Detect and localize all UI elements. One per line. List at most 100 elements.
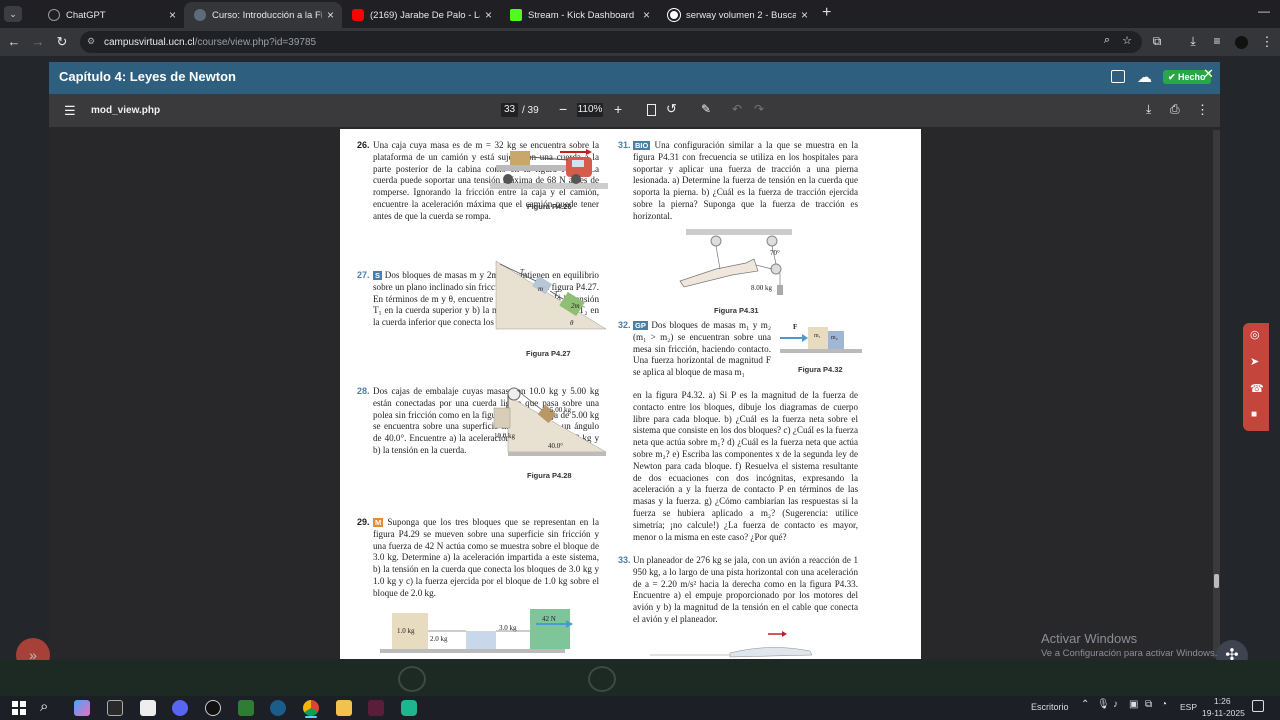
file-icon[interactable]	[140, 700, 156, 716]
send-icon[interactable]: ➤	[1250, 355, 1259, 368]
reload-icon[interactable]: ↻	[53, 34, 71, 50]
start-icon[interactable]	[12, 701, 26, 715]
problem-32-text-b: en la figura P4.32. a) Si P es la magnit…	[633, 390, 858, 553]
github-icon[interactable]	[205, 700, 221, 716]
site-info-icon[interactable]: ⚙	[87, 36, 95, 47]
fig-label: 3.0 kg	[499, 624, 517, 632]
language-indicator[interactable]: ESP	[1180, 702, 1197, 712]
rotate-icon[interactable]: ↺	[666, 101, 677, 117]
fig-label: m	[538, 285, 544, 293]
wifi-icon[interactable]: ◔	[1161, 699, 1167, 710]
app-icon[interactable]	[368, 700, 384, 716]
chat-icon[interactable]: ◎	[1250, 328, 1260, 341]
cloud-download-icon[interactable]: ☁	[1137, 68, 1152, 86]
zoom-out-button[interactable]: −	[559, 101, 567, 117]
problem-number: 29.	[357, 517, 370, 527]
extensions-icon[interactable]: ⧉	[1148, 34, 1166, 49]
problem-29: 29.	[357, 517, 370, 529]
minimize-icon[interactable]: —	[1258, 4, 1270, 18]
epic-games-icon[interactable]	[107, 700, 123, 716]
address-bar[interactable]: ⚙ campusvirtual.ucn.cl/course/view.php?i…	[80, 31, 1142, 53]
volume-icon[interactable]: ♪	[1113, 699, 1118, 710]
clock-date[interactable]: 19-11-2025	[1202, 708, 1245, 718]
microphone-icon[interactable]: 🎙	[1097, 699, 1110, 710]
fig-label: θ	[570, 319, 574, 327]
active-app-indicator	[305, 716, 317, 718]
url-path: /course/view.php?id=39785	[194, 36, 317, 48]
close-icon[interactable]: ×	[169, 8, 176, 22]
figure-p4-27	[495, 261, 607, 330]
forward-icon[interactable]: →	[29, 34, 47, 49]
draw-icon[interactable]: ✎	[701, 102, 711, 116]
fit-page-icon[interactable]	[647, 104, 656, 116]
tab-title: serway volumen 2 - Buscar con	[686, 9, 796, 21]
problem-badge: GP	[633, 321, 648, 330]
profile-avatar[interactable]	[1235, 36, 1248, 49]
reading-list-icon[interactable]: ≡	[1208, 34, 1226, 48]
figure-p4-31	[679, 229, 792, 295]
problem-32-text-a: GP Dos bloques de masas m₁ y m₂ (m₁ > m₂…	[633, 320, 771, 390]
download-icon[interactable]: ⤓	[1146, 102, 1151, 117]
problem-number: 33.	[618, 555, 631, 565]
problem-text: Suponga que los tres bloques que se repr…	[373, 517, 599, 598]
app-icon[interactable]	[238, 700, 254, 716]
fullscreen-icon[interactable]	[1111, 70, 1125, 83]
clock-time[interactable]: 1:26	[1214, 696, 1231, 706]
desktop-label[interactable]: Escritorio	[1031, 702, 1069, 712]
zoom-in-button[interactable]: +	[614, 101, 622, 117]
fig-label: F	[793, 323, 798, 331]
problem-28: 28.	[357, 386, 370, 398]
close-icon[interactable]: ×	[327, 8, 334, 22]
tab-kick[interactable]: Stream - Kick Dashboard ×	[500, 2, 658, 28]
problem-number: 28.	[357, 386, 370, 396]
search-icon[interactable]: ⌕	[40, 698, 48, 715]
undo-icon[interactable]: ↶	[732, 102, 742, 116]
tray-icon[interactable]: ⧉	[1145, 699, 1152, 710]
tray-icon[interactable]: ▣	[1129, 699, 1138, 710]
close-icon[interactable]: ×	[485, 8, 492, 22]
lock-icon[interactable]: ■	[1251, 409, 1257, 420]
tab-chatgpt[interactable]: ChatGPT ×	[38, 2, 184, 28]
bookmark-star-icon[interactable]: ☆	[1122, 34, 1132, 47]
tab-youtube[interactable]: (2169) Jarabe De Palo - La F ×	[342, 2, 500, 28]
back-icon[interactable]: ←	[5, 34, 23, 49]
folder-icon[interactable]	[336, 700, 352, 716]
more-options-icon[interactable]: ⋮	[1196, 102, 1209, 118]
new-tab-button[interactable]: +	[822, 4, 831, 22]
steam-icon[interactable]	[270, 700, 286, 716]
page-number-input[interactable]: 33	[501, 103, 518, 117]
pdf-filename: mod_view.php	[91, 105, 161, 116]
menu-icon[interactable]: ⋮	[1258, 34, 1276, 50]
fig-label: 2m	[571, 302, 580, 310]
tray-overflow-icon[interactable]: ⌃	[1081, 699, 1089, 710]
ucn-logo-icon	[398, 666, 426, 692]
download-icon[interactable]: ⤓	[1184, 34, 1202, 49]
copilot-icon[interactable]	[74, 700, 90, 716]
problem-number: 26.	[357, 140, 370, 150]
phone-icon[interactable]: ☎	[1250, 382, 1264, 395]
chatgpt-icon	[48, 9, 60, 21]
close-icon[interactable]: ×	[801, 8, 808, 22]
problem-29-text: M Suponga que los tres bloques que se re…	[373, 517, 599, 601]
discord-icon[interactable]	[172, 700, 188, 716]
redo-icon[interactable]: ↷	[754, 102, 764, 116]
print-icon[interactable]: ⎙	[1170, 102, 1180, 117]
close-icon[interactable]: ×	[643, 8, 650, 22]
tab-search-button[interactable]: ⌄	[4, 6, 22, 22]
kick-icon	[510, 9, 522, 21]
pdf-scroll-thumb[interactable]	[1214, 574, 1219, 588]
tab-title: Curso: Introducción a la Física (	[212, 9, 322, 21]
tab-title: (2169) Jarabe De Palo - La F	[370, 9, 480, 21]
problem-text: Dos bloques de masas m₁ y m₂ (m₁ > m₂) s…	[633, 320, 771, 378]
zoom-level-input[interactable]: 110%	[577, 103, 603, 117]
sidebar-menu-icon[interactable]: ☰	[64, 103, 76, 119]
tab-bing[interactable]: serway volumen 2 - Buscar con ×	[658, 2, 816, 28]
app-icon[interactable]	[401, 700, 417, 716]
notifications-icon[interactable]	[1252, 700, 1264, 712]
tab-title: Stream - Kick Dashboard	[528, 9, 635, 21]
tab-curso[interactable]: Curso: Introducción a la Física ( ×	[184, 2, 342, 28]
zoom-icon[interactable]: ⌕	[1104, 34, 1110, 47]
close-icon[interactable]: ✕	[1203, 66, 1214, 82]
problem-33-text: Un planeador de 276 kg se jala, con un a…	[633, 555, 858, 624]
chrome-icon[interactable]	[303, 700, 319, 716]
